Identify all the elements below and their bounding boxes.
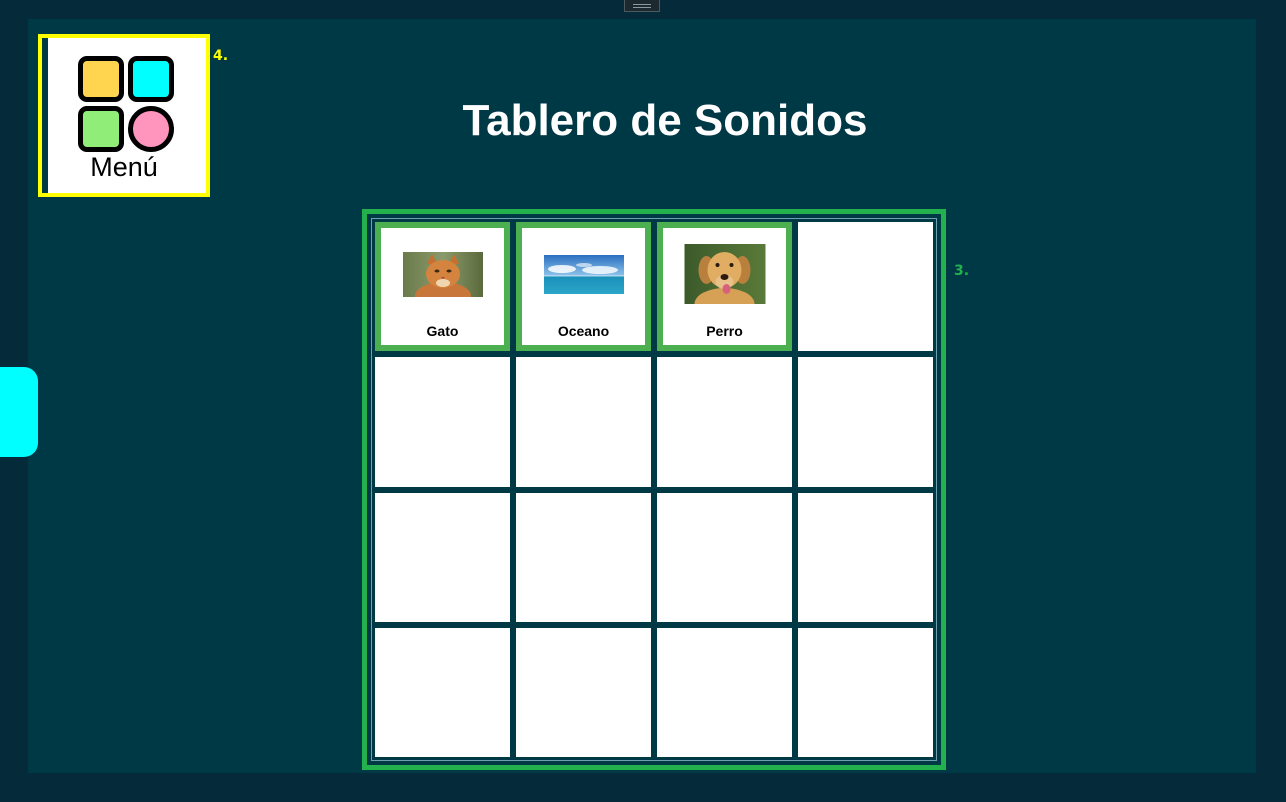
ocean-photo-icon — [543, 255, 624, 294]
dog-photo-icon — [684, 244, 765, 304]
page-title: Tablero de Sonidos — [462, 96, 868, 145]
sound-tile-oceano[interactable]: Oceano — [516, 222, 651, 352]
cat-photo-icon — [402, 252, 483, 297]
cyan-square-icon — [128, 56, 174, 102]
tile-label: Oceano — [557, 323, 610, 339]
side-panel-tab[interactable] — [0, 367, 38, 457]
pink-circle-icon — [128, 106, 174, 152]
menu-annotation-marker: 4. — [213, 48, 229, 64]
empty-tile[interactable] — [657, 357, 792, 487]
board-annotation-marker: 3. — [954, 263, 970, 279]
menu-button[interactable]: Menú — [38, 34, 210, 197]
empty-tile[interactable] — [375, 357, 510, 487]
sound-tile-perro[interactable]: Perro — [657, 222, 792, 352]
menu-label: Menú — [90, 152, 158, 182]
empty-tile[interactable] — [375, 492, 510, 622]
sound-board-inner: Gato Oceano Perro — [371, 218, 937, 761]
empty-tile[interactable] — [798, 222, 933, 352]
yellow-square-icon — [78, 56, 124, 102]
tile-label: Gato — [426, 323, 459, 339]
empty-tile[interactable] — [798, 492, 933, 622]
sound-board-grid: Gato Oceano Perro — [375, 222, 933, 757]
sound-board: Gato Oceano Perro — [362, 209, 946, 770]
empty-tile[interactable] — [516, 492, 651, 622]
sound-tile-gato[interactable]: Gato — [375, 222, 510, 352]
empty-tile[interactable] — [516, 627, 651, 757]
empty-tile[interactable] — [798, 627, 933, 757]
tile-label: Perro — [706, 323, 743, 339]
empty-tile[interactable] — [657, 492, 792, 622]
green-square-icon — [78, 106, 124, 152]
empty-tile[interactable] — [798, 357, 933, 487]
window-drag-handle[interactable] — [624, 0, 660, 12]
empty-tile[interactable] — [657, 627, 792, 757]
empty-tile[interactable] — [516, 357, 651, 487]
empty-tile[interactable] — [375, 627, 510, 757]
app-grid-icon — [78, 56, 174, 152]
